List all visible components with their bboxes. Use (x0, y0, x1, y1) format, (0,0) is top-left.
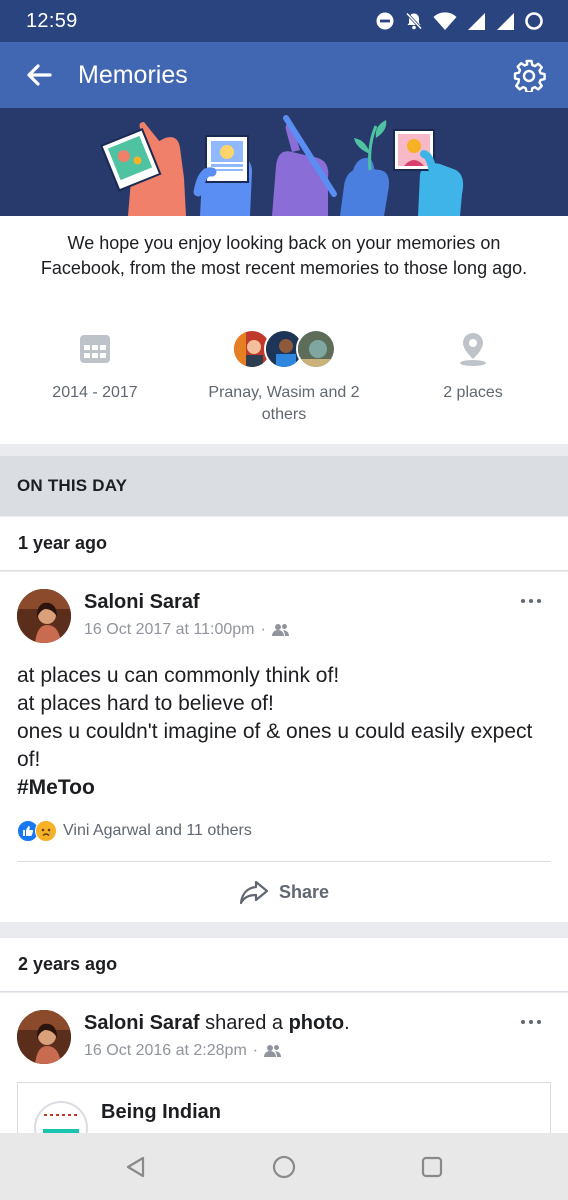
reactions-summary[interactable]: Vini Agarwal and 11 others (17, 820, 252, 842)
reactions-label: Vini Agarwal and 11 others (63, 822, 252, 839)
friends-icon (271, 624, 289, 636)
post-line: at places hard to believe of! (17, 692, 274, 715)
friends-icon (264, 1045, 282, 1057)
post-author-line: Saloni Saraf shared a photo. (84, 1012, 350, 1035)
post-line: at places u can commonly think of! (17, 664, 340, 687)
hashtag-link[interactable]: #MeToo (17, 774, 547, 802)
memories-screen: 12:59 Memories We hope you enjoy looking… (0, 0, 568, 1200)
battery-icon (525, 12, 543, 30)
post-author[interactable]: Saloni Saraf (84, 591, 200, 614)
nav-back-button[interactable] (112, 1143, 160, 1191)
post-object-link[interactable]: photo (289, 1012, 345, 1034)
section-on-this-day: ON THIS DAY (0, 456, 568, 516)
post-meta: 16 Oct 2016 at 2:28pm · (84, 1042, 282, 1060)
meta-dot: · (260, 621, 266, 638)
memories-banner (0, 108, 568, 216)
back-button[interactable] (0, 42, 78, 108)
app-bar: Memories (0, 42, 568, 108)
more-horizontal-icon (521, 1020, 541, 1024)
share-arrow-icon (239, 880, 269, 905)
post-action: shared a (205, 1012, 284, 1034)
hands-illustration (100, 115, 464, 216)
years-stat[interactable]: 2014 - 2017 (35, 328, 155, 404)
wifi-icon (433, 12, 457, 31)
status-icons (375, 11, 544, 31)
avatar[interactable] (17, 1010, 71, 1064)
memory-age-header: 2 years ago (0, 938, 568, 992)
square-recents-icon (421, 1156, 443, 1177)
intro-text: We hope you enjoy looking back on your m… (40, 233, 528, 278)
friend-avatar (296, 329, 336, 369)
nav-home-button[interactable] (260, 1143, 308, 1191)
post-timestamp[interactable]: 16 Oct 2017 at 11:00pm (84, 621, 254, 639)
people-avatars (232, 329, 336, 369)
gear-icon (513, 59, 546, 92)
sad-reaction-icon (35, 820, 57, 842)
places-label: 2 places (443, 384, 503, 401)
signal-icon (468, 13, 485, 30)
do-not-disturb-icon (376, 12, 394, 30)
memory-post: Saloni Saraf 16 Oct 2017 at 11:00pm · at… (0, 572, 568, 922)
memory-age-header: 1 year ago (0, 517, 568, 571)
post-meta: 16 Oct 2017 at 11:00pm · (84, 621, 290, 639)
more-horizontal-icon (521, 599, 541, 603)
status-time: 12:59 (26, 9, 78, 32)
system-nav-bar (0, 1133, 568, 1200)
page-title: Memories (78, 60, 188, 89)
share-label: Share (278, 881, 330, 902)
post-more-button[interactable] (516, 591, 546, 611)
nav-recents-button[interactable] (408, 1143, 456, 1191)
arrow-left-icon (27, 64, 52, 86)
post-more-button[interactable] (516, 1012, 546, 1032)
triangle-back-icon (126, 1156, 145, 1177)
post-author[interactable]: Saloni Saraf (84, 1012, 200, 1034)
signal-icon-2 (497, 13, 514, 30)
shared-page-name[interactable]: Being Indian (101, 1101, 221, 1124)
circle-home-icon (272, 1155, 296, 1178)
places-stat[interactable]: 2 places (413, 328, 533, 404)
notifications-off-icon (405, 12, 423, 30)
avatar[interactable] (17, 589, 71, 643)
intro-card: We hope you enjoy looking back on your m… (0, 216, 568, 444)
post-line: ones u couldn't imagine of & ones u coul… (17, 720, 533, 771)
post-action-end: . (344, 1012, 350, 1034)
calendar-icon (80, 335, 110, 363)
meta-dot: · (252, 1042, 259, 1059)
settings-button[interactable] (490, 42, 568, 108)
post-text: at places u can commonly think of! at pl… (17, 662, 547, 802)
memory-post: Saloni Saraf shared a photo. 16 Oct 2016… (0, 993, 568, 1162)
status-bar: 12:59 (0, 0, 568, 42)
years-label: 2014 - 2017 (52, 384, 138, 401)
share-button[interactable]: Share (0, 862, 568, 922)
location-pin-icon (460, 333, 486, 366)
people-label: Pranay, Wasim and 2 others (208, 384, 360, 423)
post-timestamp[interactable]: 16 Oct 2016 at 2:28pm (84, 1042, 247, 1060)
people-stat[interactable]: Pranay, Wasim and 2 others (194, 328, 374, 426)
